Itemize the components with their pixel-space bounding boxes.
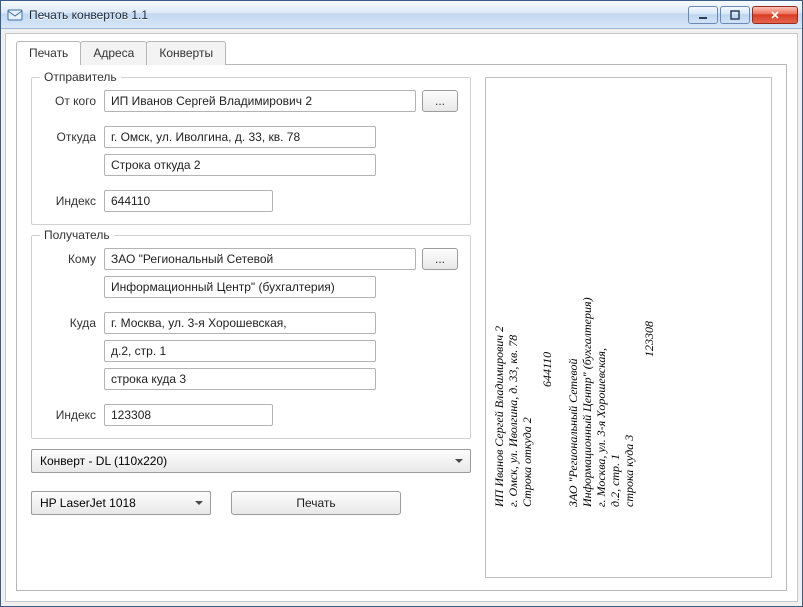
recipient-to1-input[interactable] xyxy=(104,248,416,270)
preview-recipient-line: д.2, стр. 1 xyxy=(608,297,622,507)
recipient-to-label: Кому xyxy=(44,252,98,266)
preview-recipient-index: 123308 xyxy=(642,297,656,507)
recipient-addr3-input[interactable] xyxy=(104,368,376,390)
maximize-button[interactable] xyxy=(720,6,750,24)
preview-recipient-line: ЗАО "Региональный Сетевой xyxy=(566,297,580,507)
tab-envelopes[interactable]: Конверты xyxy=(146,41,226,65)
sender-group: Отправитель От кого ... Откуда xyxy=(31,77,471,225)
recipient-addr2-input[interactable] xyxy=(104,340,376,362)
envelope-preview: ИП Иванов Сергей Владимирович 2 г. Омск,… xyxy=(485,77,772,578)
minimize-button[interactable] xyxy=(688,6,718,24)
recipient-addr1-input[interactable] xyxy=(104,312,376,334)
preview-sender-index: 644110 xyxy=(540,326,554,507)
title-bar: Печать конвертов 1.1 xyxy=(1,1,802,29)
recipient-pick-button[interactable]: ... xyxy=(422,248,458,270)
sender-addr2-input[interactable] xyxy=(104,154,376,176)
recipient-to2-input[interactable] xyxy=(104,276,376,298)
app-window: Печать конвертов 1.1 Печать Адреса Конве… xyxy=(0,0,803,607)
tab-print[interactable]: Печать xyxy=(16,41,81,65)
sender-where-label: Откуда xyxy=(44,130,98,144)
sender-addr1-input[interactable] xyxy=(104,126,376,148)
tab-panel-print: Отправитель От кого ... Откуда xyxy=(16,64,787,591)
recipient-index-label: Индекс xyxy=(44,408,98,422)
window-title: Печать конвертов 1.1 xyxy=(29,8,688,22)
preview-recipient-block: ЗАО "Региональный Сетевой Информационный… xyxy=(566,297,656,507)
preview-sender-block: ИП Иванов Сергей Владимирович 2 г. Омск,… xyxy=(492,326,554,507)
sender-pick-button[interactable]: ... xyxy=(422,90,458,112)
close-button[interactable] xyxy=(752,6,798,24)
recipient-index-input[interactable] xyxy=(104,404,273,426)
sender-index-label: Индекс xyxy=(44,194,98,208)
envelope-selected-text: Конверт - DL (110x220) xyxy=(40,454,167,468)
preview-sender-line: Строка откуда 2 xyxy=(520,326,534,507)
app-icon xyxy=(7,7,23,23)
sender-from-input[interactable] xyxy=(104,90,416,112)
sender-index-input[interactable] xyxy=(104,190,273,212)
left-column: Отправитель От кого ... Откуда xyxy=(31,77,471,578)
sender-from-label: От кого xyxy=(44,94,98,108)
recipient-group: Получатель Кому ... Куда xyxy=(31,235,471,439)
printer-row: HP LaserJet 1018 Печать xyxy=(31,491,471,515)
printer-select[interactable]: HP LaserJet 1018 xyxy=(31,491,211,515)
recipient-where-label: Куда xyxy=(44,316,98,330)
recipient-legend: Получатель xyxy=(40,228,114,242)
preview-recipient-line: г. Москва, ул. 3-я Хорошевская, xyxy=(594,297,608,507)
preview-sender-line: ИП Иванов Сергей Владимирович 2 xyxy=(492,326,506,507)
preview-recipient-line: Информационный Центр" (бухгалтерия) xyxy=(580,297,594,507)
preview-sender-line: г. Омск, ул. Иволгина, д. 33, кв. 78 xyxy=(506,326,520,507)
sender-legend: Отправитель xyxy=(40,70,121,84)
print-button[interactable]: Печать xyxy=(231,491,401,515)
printer-selected-text: HP LaserJet 1018 xyxy=(40,496,136,510)
preview-recipient-line: строка куда 3 xyxy=(622,297,636,507)
window-buttons xyxy=(688,6,798,24)
tab-addresses[interactable]: Адреса xyxy=(80,41,147,65)
tab-strip: Печать Адреса Конверты xyxy=(16,41,787,65)
client-area: Печать Адреса Конверты Отправитель От ко… xyxy=(5,33,798,602)
right-column: ИП Иванов Сергей Владимирович 2 г. Омск,… xyxy=(485,77,772,578)
envelope-select[interactable]: Конверт - DL (110x220) xyxy=(31,449,471,473)
